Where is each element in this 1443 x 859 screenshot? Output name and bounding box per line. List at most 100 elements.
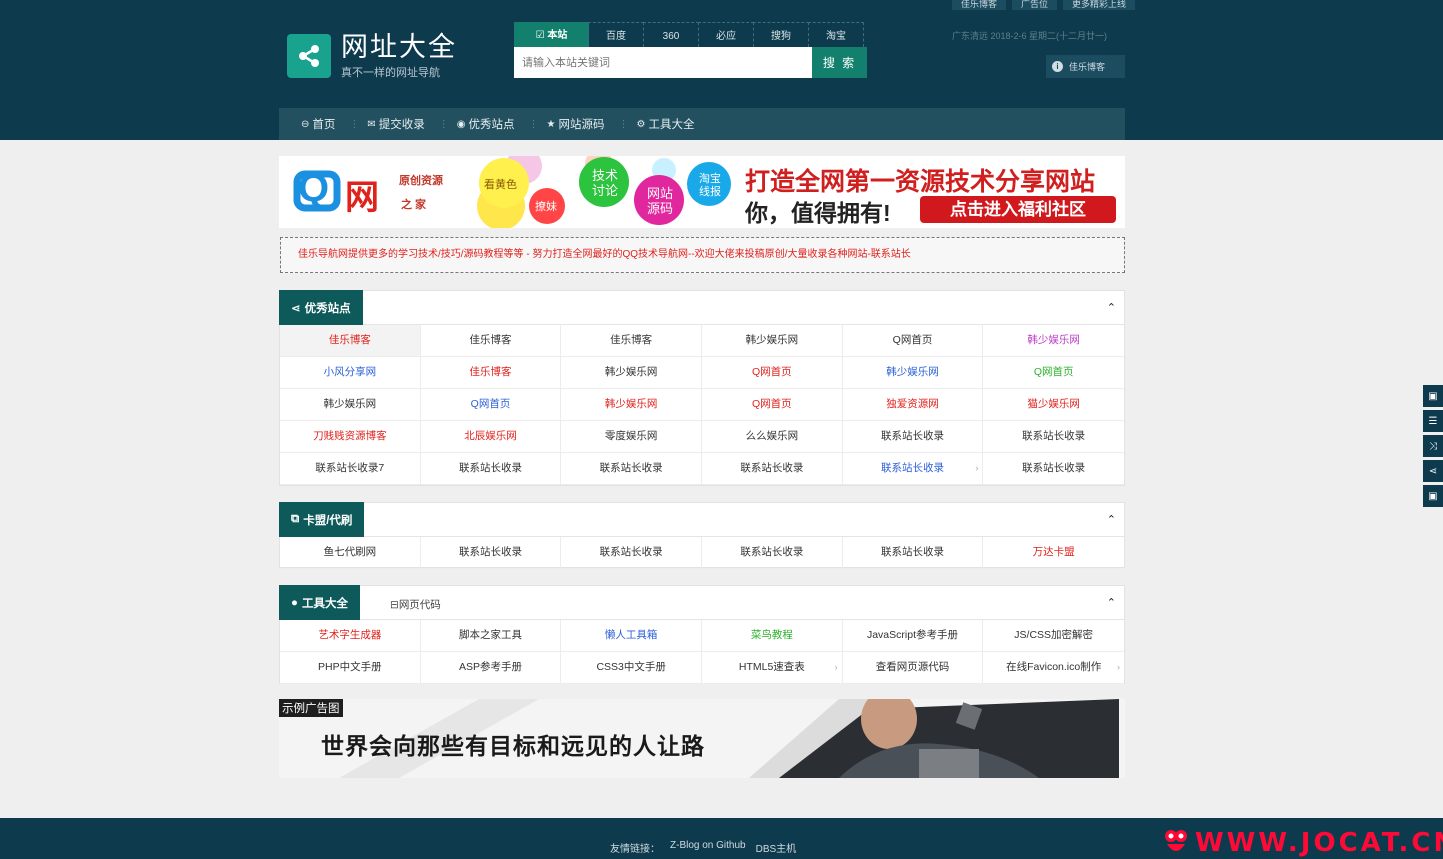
site-link[interactable]: 小风分享网	[280, 357, 421, 389]
collapse-icon[interactable]: ⌃	[1107, 513, 1116, 526]
top-link-more[interactable]: 更多精彩上线	[1063, 0, 1136, 10]
site-link-label: 联系站长收录7	[315, 462, 385, 474]
site-link[interactable]: 联系站长收录	[983, 421, 1124, 453]
site-link[interactable]: 联系站长收录	[983, 453, 1124, 485]
site-link[interactable]: Q网首页	[702, 389, 843, 421]
user-button[interactable]: i 佳乐博客	[1046, 55, 1125, 78]
site-link-label: JavaScript参考手册	[866, 629, 958, 641]
site-link[interactable]: 脚本之家工具	[420, 620, 562, 652]
share-icon[interactable]: ⋖	[1423, 460, 1443, 482]
site-link[interactable]: 万达卡盟	[983, 537, 1124, 569]
site-link[interactable]: 韩少娱乐网	[702, 325, 843, 357]
promo-banner[interactable]: Q 网 原创资源 之 家 看黄色 撩妹 技术讨论 网站源码 淘宝线报 打造全网第…	[279, 156, 1125, 228]
site-link[interactable]: 韩少娱乐网	[983, 325, 1124, 357]
site-link[interactable]: 联系站长收录	[420, 453, 562, 485]
nav-tools[interactable]: ⚙ 工具大全	[636, 116, 694, 132]
search-tab-taobao[interactable]: 淘宝	[808, 22, 864, 47]
search-input[interactable]	[514, 47, 812, 78]
banner-cta[interactable]: 点击进入福利社区	[920, 196, 1116, 223]
site-link[interactable]: JS/CSS加密解密	[983, 620, 1124, 652]
banner-logo-side2: 之 家	[401, 199, 427, 211]
site-link[interactable]: 查看网页源代码	[842, 652, 984, 684]
search-button[interactable]: 搜 索	[812, 47, 867, 78]
site-link[interactable]: 联系站长收录	[842, 537, 984, 569]
nav-submit[interactable]: ✉ 提交收录	[367, 116, 424, 132]
site-link[interactable]: 联系站长收录	[702, 537, 843, 569]
site-link-label: 佳乐博客	[469, 334, 512, 346]
nav-home[interactable]: ⊖ 首页	[301, 116, 335, 132]
site-link-label: 联系站长收录	[880, 430, 944, 442]
site-link-label: HTML5速查表	[738, 661, 805, 673]
site-link-label: 韩少娱乐网	[604, 366, 658, 378]
site-link[interactable]: 联系站长收录	[842, 421, 984, 453]
site-link[interactable]: 韩少娱乐网	[561, 357, 702, 389]
nav-source[interactable]: ★ 网站源码	[547, 116, 605, 132]
site-link[interactable]: 佳乐博客	[280, 325, 421, 357]
site-logo[interactable]: 网址大全 真不一样的网址导航	[287, 32, 457, 80]
site-link[interactable]: 联系站长收录 ›	[842, 453, 984, 485]
site-link[interactable]: 佳乐博客	[420, 325, 562, 357]
site-link[interactable]: Q网首页	[420, 389, 562, 421]
ad-banner[interactable]: 示例广告图 世界会向那些有目标和远见的人让路	[279, 699, 1125, 778]
site-link[interactable]: 么么娱乐网	[702, 421, 843, 453]
scroll-top-icon[interactable]: ▣	[1423, 385, 1443, 407]
site-link[interactable]: 懒人工具箱	[561, 620, 702, 652]
friend-link-zblog[interactable]: Z-Blog on Github	[670, 840, 746, 855]
site-link[interactable]: 韩少娱乐网	[842, 357, 984, 389]
list-icon[interactable]: ☰	[1423, 410, 1443, 432]
search-tab-bing[interactable]: 必应	[698, 22, 754, 47]
site-link[interactable]: 联系站长收录	[561, 453, 702, 485]
site-link[interactable]: HTML5速查表 ›	[702, 652, 843, 684]
site-link[interactable]: 刀贱贱资源博客	[280, 421, 421, 453]
site-link[interactable]: 联系站长收录	[702, 453, 843, 485]
collapse-icon[interactable]: ⌃	[1107, 596, 1116, 609]
site-link-label: 韩少娱乐网	[323, 398, 377, 410]
top-link-blog[interactable]: 佳乐博客	[952, 0, 1007, 10]
site-link[interactable]: 联系站长收录	[561, 537, 702, 569]
search-tab-sogou[interactable]: 搜狗	[753, 22, 809, 47]
site-link[interactable]: 鱼七代刷网	[280, 537, 421, 569]
site-link[interactable]: 北辰娱乐网	[420, 421, 562, 453]
section-tools: ● 工具大全 ⊟网页代码 ⌃ 艺术字生成器 脚本之家工具 懒人工具箱 菜鸟教程 JavaS…	[279, 585, 1125, 684]
scroll-bottom-icon[interactable]: ▣	[1423, 485, 1443, 507]
site-link-label: 万达卡盟	[1032, 546, 1075, 558]
site-link[interactable]: 艺术字生成器	[280, 620, 421, 652]
site-link[interactable]: Q网首页	[702, 357, 843, 389]
search-tab-baidu[interactable]: 百度	[588, 22, 644, 47]
site-link-label: 在线Favicon.ico制作	[1006, 661, 1102, 673]
site-link[interactable]: 独爱资源网	[842, 389, 984, 421]
collapse-icon[interactable]: ⌃	[1107, 301, 1116, 314]
site-link[interactable]: Q网首页	[842, 325, 984, 357]
site-link[interactable]: CSS3中文手册	[561, 652, 702, 684]
site-link[interactable]: 佳乐博客	[561, 325, 702, 357]
site-link-label: 么么娱乐网	[745, 430, 799, 442]
site-link-label: 北辰娱乐网	[464, 430, 517, 442]
site-link[interactable]: 联系站长收录	[420, 537, 562, 569]
site-link[interactable]: 猫少娱乐网	[983, 389, 1124, 421]
site-link[interactable]: 菜鸟教程	[702, 620, 843, 652]
banner-headline2: 你，值得拥有!	[745, 200, 891, 226]
top-link-ad[interactable]: 广告位	[1012, 0, 1058, 10]
nav-separator: ⋮	[528, 118, 539, 130]
site-link[interactable]: 佳乐博客	[420, 357, 562, 389]
search-tab-360[interactable]: 360	[643, 22, 699, 47]
site-link-label: JS/CSS加密解密	[1014, 629, 1094, 641]
nav-featured[interactable]: ◉ 优秀站点	[457, 116, 515, 132]
site-link[interactable]: 韩少娱乐网	[280, 389, 421, 421]
site-link[interactable]: JavaScript参考手册	[842, 620, 984, 652]
friend-link-dbs[interactable]: DBS主机	[756, 840, 797, 855]
site-link-label: Q网首页	[470, 398, 511, 410]
site-link[interactable]: 韩少娱乐网	[561, 389, 702, 421]
search-tab-site[interactable]: ☑ 本站	[514, 22, 589, 47]
tab-web-code[interactable]: ⊟网页代码	[390, 597, 441, 612]
site-link[interactable]: 零度娱乐网	[561, 421, 702, 453]
site-link-label: 小风分享网	[323, 366, 377, 378]
site-link[interactable]: 联系站长收录7	[280, 453, 421, 485]
shuffle-icon[interactable]: ⤨	[1423, 435, 1443, 457]
site-link[interactable]: 在线Favicon.ico制作 ›	[983, 652, 1124, 684]
site-link[interactable]: Q网首页	[983, 357, 1124, 389]
site-link[interactable]: ASP参考手册	[420, 652, 562, 684]
friend-links: 友情链接： Z-Blog on Github DBS主机	[610, 840, 796, 855]
site-link[interactable]: PHP中文手册	[280, 652, 421, 684]
site-link-label: 联系站长收录	[599, 546, 663, 558]
